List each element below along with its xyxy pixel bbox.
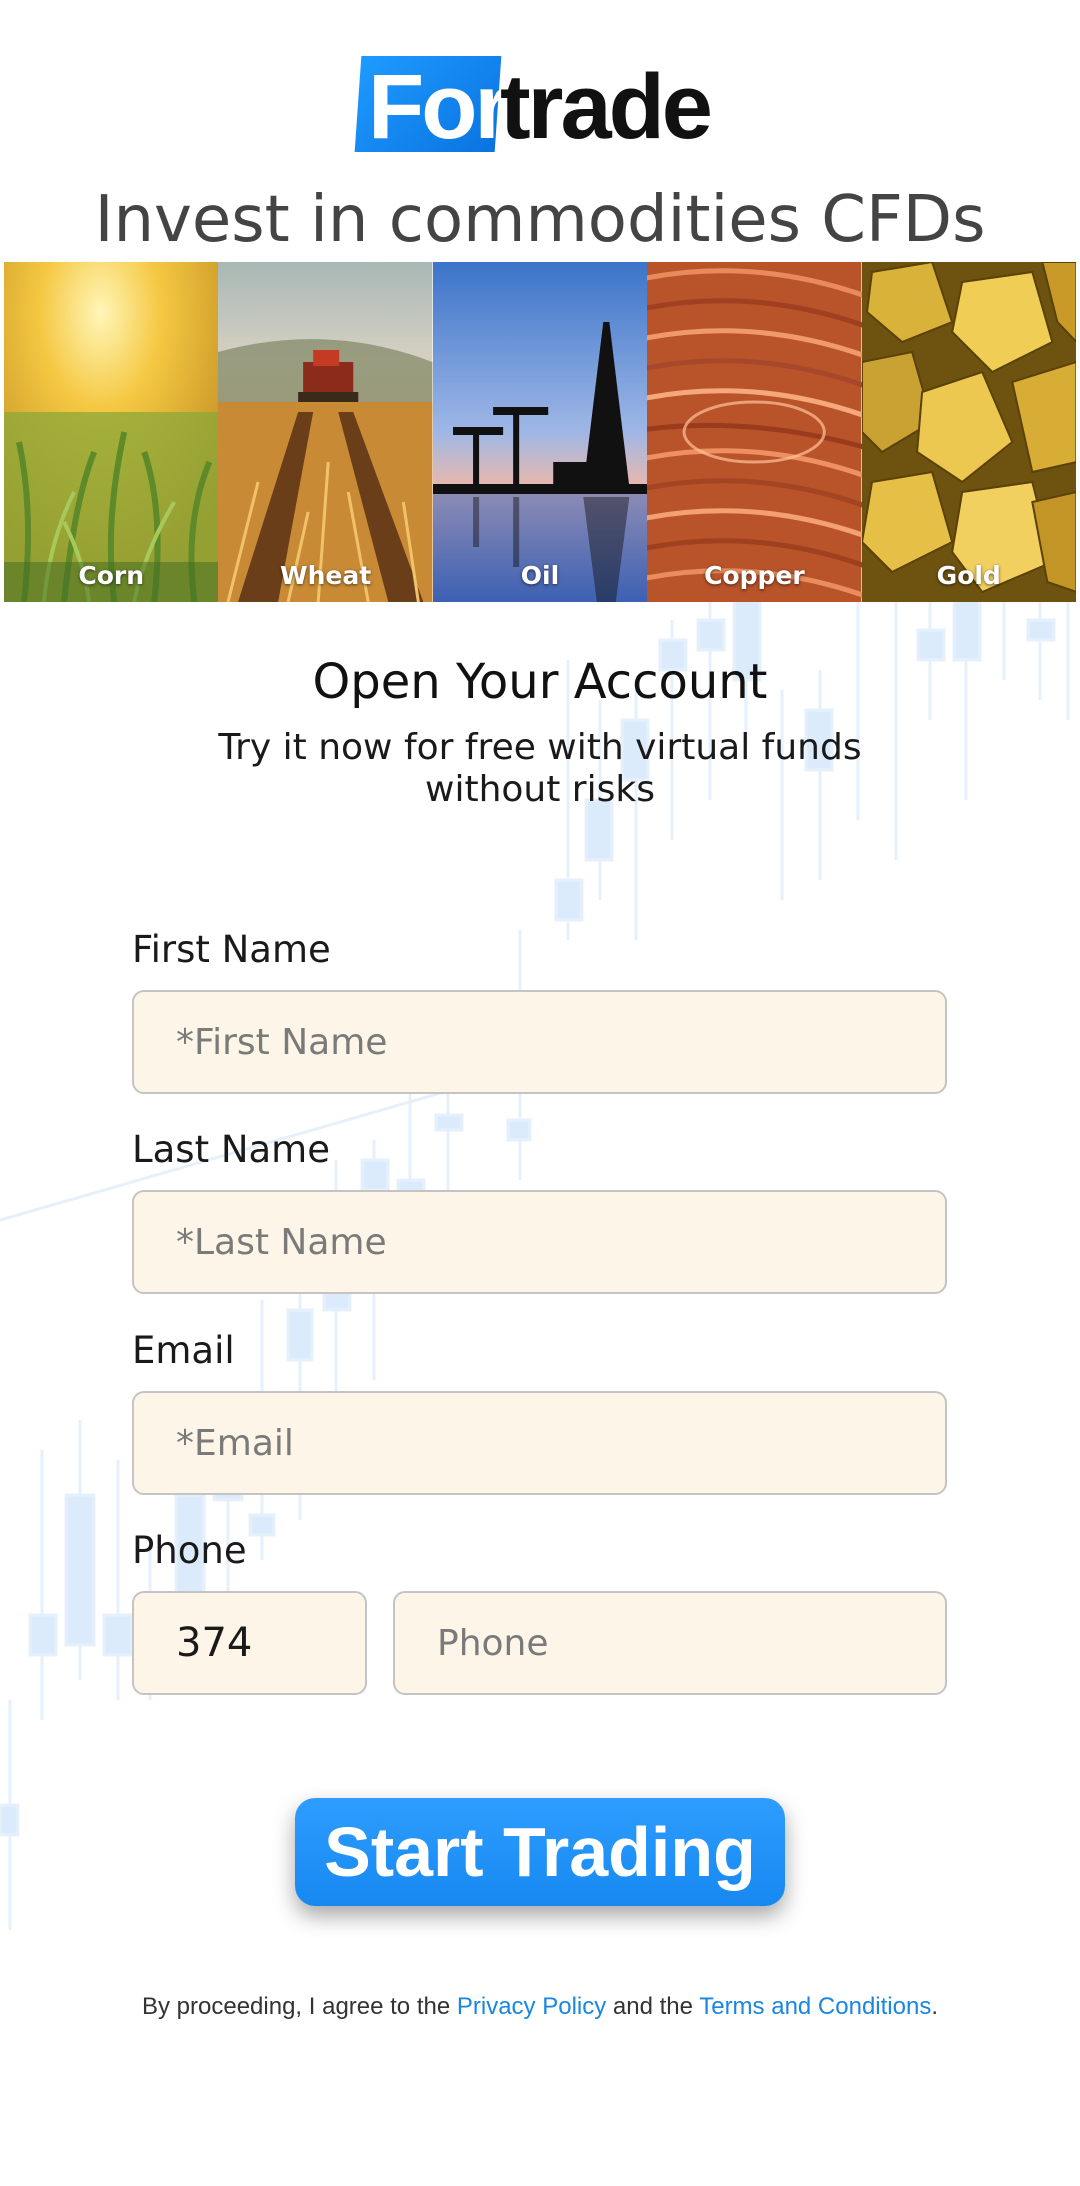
legal-prefix: By proceeding, I agree to the: [141, 1993, 457, 2020]
email-input[interactable]: [132, 1391, 947, 1495]
fortrade-logo: For trade: [354, 52, 728, 162]
wheat-image: [218, 262, 433, 602]
oil-image: [432, 262, 648, 602]
commodity-label-oil: Oil: [520, 561, 560, 590]
terms-and-conditions-link[interactable]: Terms and Conditions: [699, 1993, 931, 2020]
page-headline: Invest in commodities CFDs: [94, 183, 986, 257]
legal-middle: and the: [606, 1993, 700, 2020]
commodity-tile-copper: Copper: [647, 262, 862, 602]
phone-number-input[interactable]: [393, 1591, 947, 1695]
logo-text-for: For: [368, 56, 510, 158]
last-name-input[interactable]: [132, 1190, 947, 1294]
commodity-tile-gold: Gold: [861, 262, 1076, 602]
commodity-label-wheat: Wheat: [280, 561, 372, 590]
commodity-image-strip: Corn Wheat Oil Copper Gold: [4, 262, 1076, 602]
gold-image: [861, 262, 1076, 602]
phone-country-code-input[interactable]: [132, 1591, 367, 1695]
privacy-policy-link[interactable]: Privacy Policy: [457, 1993, 606, 2020]
corn-image: [4, 262, 219, 602]
commodity-label-gold: Gold: [936, 561, 1001, 590]
commodity-tile-wheat: Wheat: [218, 262, 433, 602]
form-title: Open Your Account: [312, 654, 768, 710]
commodity-tile-oil: Oil: [432, 262, 648, 602]
last-name-label: Last Name: [132, 1128, 330, 1171]
copper-image: [647, 262, 862, 602]
commodity-label-copper: Copper: [704, 561, 805, 590]
form-subtitle: Try it now for free with virtual funds w…: [218, 727, 862, 810]
first-name-label: First Name: [132, 928, 331, 971]
phone-label: Phone: [132, 1529, 247, 1572]
legal-suffix: .: [931, 1993, 939, 2020]
legal-consent-text: By proceeding, I agree to the Privacy Po…: [0, 1990, 1080, 2024]
start-trading-button[interactable]: Start Trading: [295, 1798, 785, 1906]
first-name-input[interactable]: [132, 990, 947, 1094]
email-label: Email: [132, 1329, 235, 1372]
logo-text-trade: trade: [500, 56, 713, 158]
commodity-label-corn: Corn: [78, 561, 145, 590]
commodity-tile-corn: Corn: [4, 262, 219, 602]
